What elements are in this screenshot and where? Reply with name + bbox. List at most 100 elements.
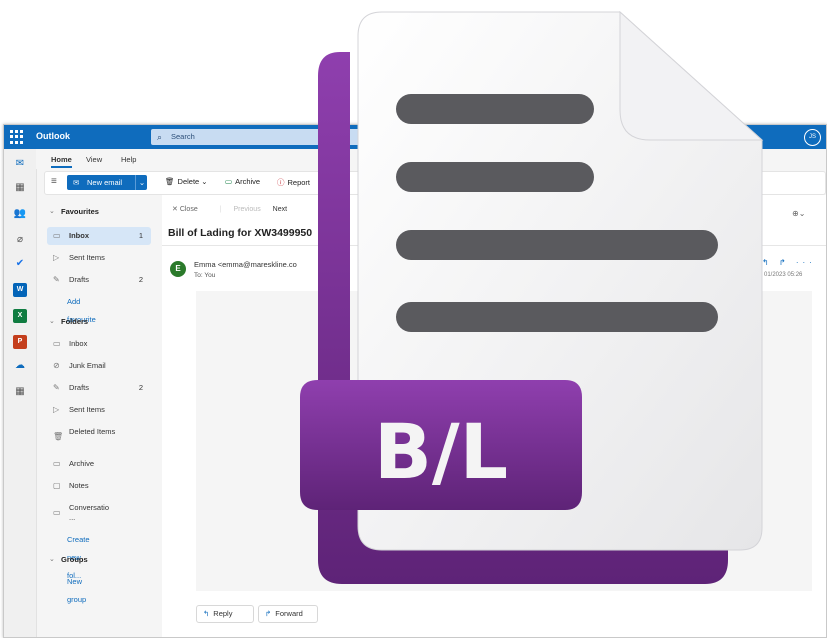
delete-button[interactable]: 🗑 Delete ⌄: [165, 177, 208, 186]
junk-icon: ⊘: [53, 361, 60, 370]
tab-view[interactable]: View: [86, 155, 102, 164]
new-email-button[interactable]: ✉ New email ⌄: [67, 175, 147, 190]
onedrive-icon[interactable]: ☁: [13, 359, 27, 373]
reply-button[interactable]: ↰ Reply: [196, 605, 254, 623]
folder-label: Archive: [69, 459, 95, 468]
folder-label: Drafts: [69, 275, 90, 284]
forward-button[interactable]: ↱ Forward: [258, 605, 318, 623]
people-icon[interactable]: 👥: [13, 207, 27, 221]
archive-label: Archive: [235, 177, 261, 186]
draft-icon: ✎: [53, 275, 60, 284]
draft-count: 2: [138, 383, 143, 392]
folder-label: Notes: [69, 481, 89, 490]
app-rail: ✉ ▦ 👥 ⌀ ✔ W X P ☁ ▦: [4, 149, 37, 637]
folder-icon: ▭: [53, 508, 61, 517]
reply-icon: ↰: [203, 609, 210, 618]
folder-label: Inbox: [69, 339, 88, 348]
draft-icon: ✎: [53, 383, 60, 392]
folder-item-conversation[interactable]: ▭ Conversatio ...: [47, 499, 151, 527]
reply-label: Reply: [213, 609, 233, 618]
hamburger-icon[interactable]: ≡: [51, 176, 57, 187]
trash-icon: 🗑: [53, 432, 64, 441]
attach-icon[interactable]: ⌀: [13, 233, 27, 247]
divider: |: [219, 206, 222, 213]
message-subject: Bill of Lading for XW3499950: [168, 227, 313, 239]
mail-icon[interactable]: ✉: [13, 157, 27, 171]
folder-item-junk[interactable]: ⊘ Junk Email: [47, 357, 151, 375]
app-title: Outlook: [36, 131, 70, 141]
zoom-icon[interactable]: ⊕⌄: [792, 209, 805, 218]
calendar-icon[interactable]: ▦: [13, 181, 27, 195]
inbox-icon: ▭: [53, 231, 61, 240]
folder-item-sent-2[interactable]: ▷ Sent Items: [47, 401, 151, 419]
groups-label: Groups: [61, 555, 88, 564]
send-icon: ▷: [53, 253, 60, 262]
trash-icon: 🗑: [165, 177, 175, 186]
todo-icon[interactable]: ✔: [13, 257, 27, 271]
message-actions[interactable]: ↰ ↱ ···: [762, 258, 816, 267]
chevron-down-icon: ⌄: [49, 556, 55, 563]
divider: [162, 245, 826, 246]
folder-label: Conversatio ...: [69, 503, 110, 522]
powerpoint-icon[interactable]: P: [13, 335, 27, 349]
word-icon[interactable]: W: [13, 283, 27, 297]
notes-icon: ▢: [53, 481, 61, 490]
close-label: Close: [179, 206, 198, 213]
folder-item-deleted[interactable]: 🗑 Deleted Items: [47, 423, 151, 451]
report-button[interactable]: ⓘ Report: [277, 177, 310, 188]
folder-label: Drafts: [69, 383, 90, 392]
excel-icon[interactable]: X: [13, 309, 27, 323]
tab-help[interactable]: Help: [121, 155, 136, 164]
folder-label: Sent Items: [69, 405, 105, 414]
folder-item-inbox[interactable]: ▭ Inbox 1: [47, 227, 151, 245]
folders-label: Folders: [61, 317, 89, 326]
report-icon: ⓘ: [277, 178, 285, 187]
message-body: [196, 291, 812, 591]
folder-item-notes[interactable]: ▢ Notes: [47, 477, 151, 495]
more-apps-icon[interactable]: ▦: [13, 385, 27, 399]
forward-label: Forward: [275, 609, 303, 618]
archive-icon: ▭: [225, 177, 233, 186]
next-button[interactable]: Next: [273, 206, 287, 213]
folder-item-archive[interactable]: ▭ Archive: [47, 455, 151, 473]
message-date: 01/2023 05:26: [764, 272, 803, 278]
send-icon: ▷: [53, 405, 60, 414]
sender-name: Emma <emma@mareskline.co: [194, 260, 297, 269]
folder-item-drafts-2[interactable]: ✎ Drafts 2: [47, 379, 151, 397]
outlook-window: Outlook ⌕ Search JS ✉ ▦ 👥 ⌀ ✔ W X P ☁ ▦ …: [3, 124, 827, 638]
folder-label: Inbox: [69, 231, 89, 240]
delete-label: Delete: [177, 177, 200, 186]
recipient: To: You: [194, 272, 216, 279]
search-placeholder: Search: [171, 132, 195, 141]
search-box[interactable]: ⌕ Search: [151, 129, 471, 145]
inbox-icon: ▭: [53, 339, 61, 348]
previous-button[interactable]: Previous: [233, 206, 260, 213]
envelope-icon: ✉: [73, 178, 80, 187]
toolbar: ≡ ✉ New email ⌄ 🗑 Delete ⌄ ▭ Archive ⓘ Repo…: [44, 171, 826, 195]
reading-pane: ✕ Close | Previous Next ⊕⌄ Bill of Ladin…: [162, 195, 826, 637]
sender-avatar: E: [170, 261, 186, 277]
folder-item-drafts[interactable]: ✎ Drafts 2: [47, 271, 151, 289]
draft-count: 2: [138, 275, 143, 284]
search-icon: ⌕: [157, 132, 163, 142]
unread-count: 1: [138, 231, 143, 240]
user-avatar[interactable]: JS: [804, 129, 821, 146]
favourites-label: Favourites: [61, 207, 99, 216]
archive-button[interactable]: ▭ Archive: [225, 177, 260, 186]
report-label: Report: [287, 178, 311, 187]
app-launcher-icon[interactable]: [10, 130, 24, 144]
ribbon-tabs: Home View Help: [36, 149, 826, 169]
chevron-down-icon[interactable]: ⌄: [135, 175, 148, 190]
tab-home[interactable]: Home: [51, 155, 72, 168]
folder-pane: ⌄ Favourites ▭ Inbox 1 ▷ Sent Items ✎ Drafts 2…: [37, 195, 161, 637]
chevron-down-icon: ⌄: [49, 318, 55, 325]
forward-icon: ↱: [265, 609, 272, 618]
folder-item-inbox-2[interactable]: ▭ Inbox: [47, 335, 151, 353]
message-nav: ✕ Close | Previous Next: [172, 205, 297, 213]
top-bar: Outlook ⌕ Search JS: [4, 125, 826, 149]
new-email-label: New email: [87, 178, 123, 187]
folder-item-sent[interactable]: ▷ Sent Items: [47, 249, 151, 267]
close-button[interactable]: ✕ Close: [172, 206, 208, 213]
folder-label: Sent Items: [69, 253, 105, 262]
archive-icon: ▭: [53, 459, 61, 468]
